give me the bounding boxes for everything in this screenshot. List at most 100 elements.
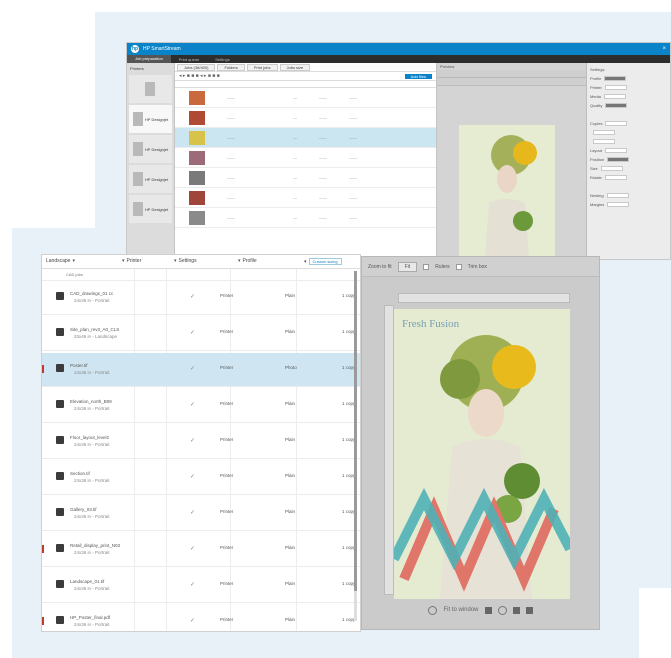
check-icon[interactable]: ✓ bbox=[190, 473, 195, 480]
job-row[interactable]: —— — —— —— bbox=[175, 208, 436, 228]
tab-print-jobs[interactable]: Print jobs bbox=[246, 63, 278, 71]
table-row[interactable]: Retail_display_print_N03 24x36 in - Portr… bbox=[42, 533, 360, 567]
table-row[interactable]: Site_plan_rev3_A0_CLS 33x46 in - Landscap… bbox=[42, 317, 360, 351]
table-row[interactable]: Landscape_01.tif 24x36 in - Portrait ✓ Prin… bbox=[42, 569, 360, 603]
job-list-panel: Landscape ▾ ▾ Printer ▾ Settings ▾ Profile ▾… bbox=[41, 254, 361, 632]
rulers-label: Rulers bbox=[435, 263, 450, 270]
job-row[interactable]: —— — —— —— bbox=[175, 128, 436, 148]
chevron-down-icon: ▾ bbox=[72, 258, 75, 264]
check-icon[interactable]: ✓ bbox=[190, 293, 195, 300]
tab-jobs[interactable]: Jobs (38/400) bbox=[177, 63, 216, 71]
preview-toolbar: Zoom to fit Fit Rulers Trim box bbox=[362, 257, 599, 277]
column-profile[interactable]: ▾ Profile bbox=[238, 258, 257, 264]
settings-row[interactable]: Profile bbox=[590, 75, 667, 82]
add-files-button[interactable]: Add files bbox=[404, 73, 432, 79]
job-profile: Plain bbox=[285, 401, 296, 406]
settings-row bbox=[590, 183, 667, 190]
check-icon[interactable]: ✓ bbox=[190, 437, 195, 444]
settings-row[interactable]: Nesting bbox=[590, 192, 667, 199]
column-landscape[interactable]: Landscape ▾ bbox=[46, 258, 75, 264]
table-row[interactable]: Gallery_03.tif 24x36 in - Portrait ✓ Printe… bbox=[42, 497, 360, 531]
settings-row[interactable] bbox=[590, 138, 667, 145]
job-row[interactable]: —— — —— —— bbox=[175, 188, 436, 208]
check-icon[interactable]: ✓ bbox=[190, 545, 195, 552]
column-custom-sizing[interactable]: ▾ Custom sizing bbox=[304, 258, 342, 265]
poster-preview-image: Fresh Fusion bbox=[394, 309, 570, 599]
close-icon[interactable]: × bbox=[662, 46, 666, 52]
zoom-in-icon[interactable] bbox=[484, 606, 492, 614]
preview-toolbar-2[interactable] bbox=[437, 78, 586, 86]
job-row[interactable]: —— — —— —— bbox=[175, 148, 436, 168]
sidebar-item-printer[interactable]: HP Designjet bbox=[129, 165, 172, 193]
job-profile: Plain bbox=[285, 473, 296, 478]
file-icon bbox=[56, 508, 64, 516]
zoom-select[interactable]: Fit bbox=[397, 261, 418, 272]
tab-settings[interactable]: Settings bbox=[207, 57, 237, 62]
preview-bottom-bar: Fit to window bbox=[362, 591, 599, 629]
rulers-checkbox[interactable] bbox=[423, 263, 430, 270]
sidebar-item-printer[interactable]: HP Designjet bbox=[129, 135, 172, 163]
table-row[interactable]: Floor_layout_level2 24x36 in - Portrait ✓ P… bbox=[42, 425, 360, 459]
file-icon bbox=[56, 616, 64, 624]
sidebar-item-printer[interactable] bbox=[129, 75, 172, 103]
page-icon[interactable] bbox=[525, 606, 533, 614]
job-list-back: Jobs (38/400) Folders Print jobs Jobs si… bbox=[175, 63, 437, 259]
sidebar-item-printer[interactable]: HP Designjet bbox=[129, 195, 172, 223]
job-row[interactable]: —— — —— —— bbox=[175, 88, 436, 108]
chevron-down-icon: ▾ bbox=[238, 258, 241, 264]
check-icon[interactable]: ✓ bbox=[190, 617, 195, 624]
app-title-bar: hp HP SmartStream × bbox=[127, 43, 670, 55]
sidebar-item-printer[interactable]: HP Designjet bbox=[129, 105, 172, 133]
fit-label: Fit to window bbox=[443, 607, 479, 613]
toolbar-icons[interactable]: ◂ ▸ ■ ■ ■ ◂ ▸ ■ ■ ■ bbox=[179, 73, 220, 79]
settings-row[interactable]: Layout bbox=[590, 147, 667, 154]
printer-sidebar: Printers HP Designjet HP Designjet HP De… bbox=[127, 63, 175, 259]
column-settings[interactable]: ▾ Settings bbox=[174, 258, 197, 264]
app-tabs: Job preparation Print queue Settings bbox=[127, 55, 670, 63]
vertical-ruler bbox=[384, 305, 394, 595]
column-printer[interactable]: ▾ Printer bbox=[122, 258, 141, 264]
job-size: 24x36 in - Portrait bbox=[74, 478, 110, 483]
job-list-tabs: Jobs (38/400) Folders Print jobs Jobs si… bbox=[175, 63, 436, 72]
settings-row[interactable]: Margins bbox=[590, 201, 667, 208]
settings-row[interactable]: Quality bbox=[590, 102, 667, 109]
trim-box-checkbox[interactable] bbox=[455, 263, 462, 270]
preview-panel-back: Preview bbox=[437, 63, 587, 259]
trim-box-label: Trim box bbox=[467, 263, 487, 270]
status-marker bbox=[42, 545, 44, 553]
settings-row[interactable]: Copies bbox=[590, 120, 667, 127]
settings-row[interactable]: Printer bbox=[590, 84, 667, 91]
check-icon[interactable]: ✓ bbox=[190, 365, 195, 372]
table-row[interactable]: CAD_drawings_01 cc 24x36 in - Portrait ✓ Pr… bbox=[42, 281, 360, 315]
table-row[interactable]: HP_Poster_final.pdf 24x36 in - Portrait ✓ P… bbox=[42, 605, 360, 631]
scrollbar[interactable] bbox=[354, 271, 357, 621]
hp-logo-icon: hp bbox=[131, 45, 139, 53]
settings-row[interactable]: Media bbox=[590, 93, 667, 100]
preview-toolbar[interactable] bbox=[437, 70, 586, 78]
job-size: 24x36 in - Portrait bbox=[74, 406, 110, 411]
tab-job-preparation[interactable]: Job preparation bbox=[127, 55, 171, 63]
table-row[interactable]: Poster.tif 24x36 in - Portrait ✓ Printer Pho… bbox=[42, 353, 360, 387]
settings-row[interactable]: Rotate bbox=[590, 174, 667, 181]
check-icon[interactable]: ✓ bbox=[190, 329, 195, 336]
settings-row[interactable] bbox=[590, 129, 667, 136]
settings-row[interactable]: Position bbox=[590, 156, 667, 163]
table-row[interactable]: Section.tif 24x36 in - Portrait ✓ Printer Pl… bbox=[42, 461, 360, 495]
check-icon[interactable]: ✓ bbox=[190, 401, 195, 408]
rotate-icon[interactable] bbox=[512, 606, 520, 614]
job-printer: Printer bbox=[220, 509, 234, 514]
job-row[interactable]: —— — —— —— bbox=[175, 168, 436, 188]
fit-icon[interactable] bbox=[428, 605, 438, 615]
tab-folders[interactable]: Folders bbox=[217, 63, 245, 71]
check-icon[interactable]: ✓ bbox=[190, 509, 195, 516]
job-printer: Printer bbox=[220, 581, 234, 586]
tab-print-queue[interactable]: Print queue bbox=[171, 57, 207, 62]
scrollbar-thumb[interactable] bbox=[354, 271, 357, 591]
job-printer: Printer bbox=[220, 545, 234, 550]
job-row[interactable]: —— — —— —— bbox=[175, 108, 436, 128]
settings-row[interactable]: Size bbox=[590, 165, 667, 172]
check-icon[interactable]: ✓ bbox=[190, 581, 195, 588]
zoom-out-icon[interactable] bbox=[497, 605, 507, 615]
tab-jobs-size[interactable]: Jobs size bbox=[279, 63, 311, 71]
table-row[interactable]: Elevation_north_B08 24x36 in - Portrait ✓ P… bbox=[42, 389, 360, 423]
